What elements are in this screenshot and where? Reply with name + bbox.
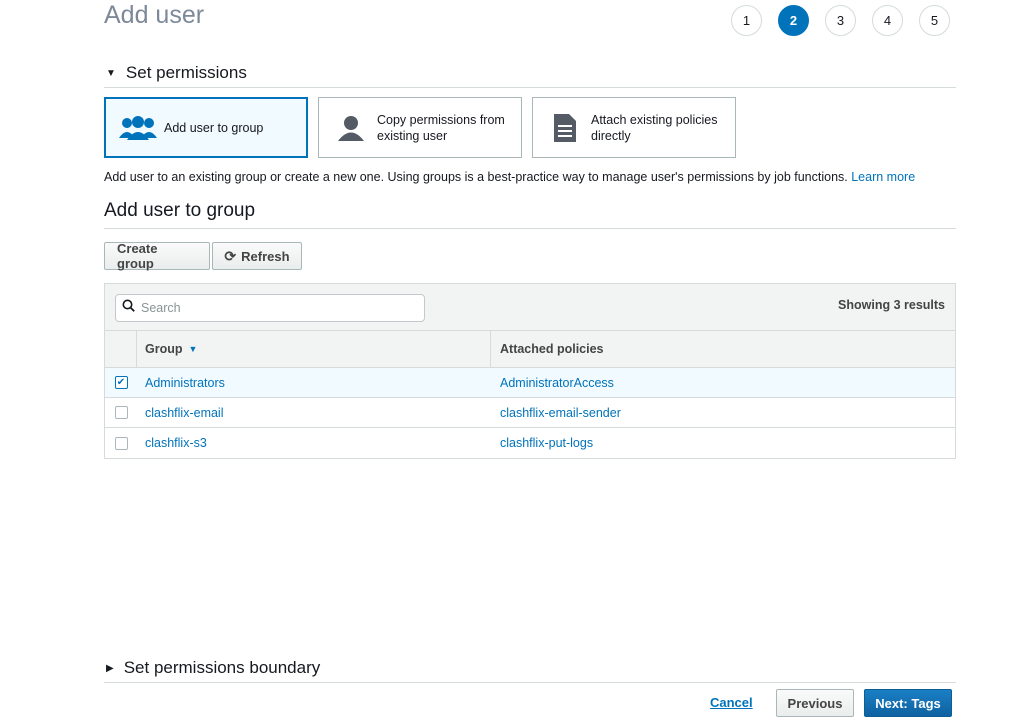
permission-options: Add user to group Copy permissions from … [104,97,736,158]
description-text: Add user to an existing group or create … [104,170,848,184]
step-2-current[interactable]: 2 [778,5,809,36]
option-attach-policies[interactable]: Attach existing policies directly [532,97,736,158]
set-permissions-title: Set permissions [125,63,247,82]
caret-right-icon: ▶ [106,662,114,674]
group-link[interactable]: clashflix-s3 [145,436,207,450]
permissions-boundary-title: Set permissions boundary [123,658,321,677]
sort-desc-icon[interactable]: ▼ [189,344,198,354]
groups-table: Showing 3 results Group ▼ Attached polic… [104,283,956,459]
option-add-user-to-group[interactable]: Add user to group [104,97,308,158]
divider [104,682,956,683]
wizard-steps: 1 2 3 4 5 [731,5,950,36]
users-group-icon [118,114,158,142]
permissions-description: Add user to an existing group or create … [104,170,915,184]
table-toolbar: Showing 3 results [105,284,955,331]
refresh-label: Refresh [241,248,290,264]
row-checkbox[interactable] [114,436,128,450]
option-label-line1: Attach existing policies [591,112,718,127]
policy-cell: clashflix-put-logs [491,428,955,458]
table-header: Group ▼ Attached policies [105,331,955,368]
page-title: Add user [104,1,205,29]
header-check-cell [105,331,137,367]
document-icon [545,113,585,143]
option-label: Attach existing policies directly [591,112,717,144]
column-policies-header: Attached policies [500,342,604,356]
step-3[interactable]: 3 [825,5,856,36]
table-body: ✔ Administrators AdministratorAccess cla… [105,368,955,458]
table-row[interactable]: ✔ Administrators AdministratorAccess [105,368,955,398]
permissions-boundary-header[interactable]: ▶ Set permissions boundary [106,658,320,678]
policy-cell: clashflix-email-sender [491,398,955,427]
table-row[interactable]: clashflix-s3 clashflix-put-logs [105,428,955,458]
next-tags-button[interactable]: Next: Tags [864,689,952,717]
divider [104,228,956,229]
add-user-to-group-heading: Add user to group [104,200,256,221]
option-label-line2: existing user [377,128,448,143]
set-permissions-header[interactable]: ▼ Set permissions [106,63,247,83]
refresh-button[interactable]: ⟳ Refresh [212,242,302,270]
step-1[interactable]: 1 [731,5,762,36]
column-group-header[interactable]: Group ▼ [137,331,491,367]
previous-button[interactable]: Previous [776,689,854,717]
row-check-cell: ✔ [105,368,137,397]
group-cell: clashflix-s3 [137,428,491,458]
refresh-icon: ⟳ [224,247,237,264]
policy-link[interactable]: AdministratorAccess [500,376,614,390]
group-cell: Administrators [137,368,491,397]
step-5[interactable]: 5 [919,5,950,36]
group-link[interactable]: Administrators [145,376,225,390]
search-input[interactable] [141,301,411,315]
policy-cell: AdministratorAccess [491,368,955,397]
option-label: Copy permissions from existing user [377,112,505,144]
policy-link[interactable]: clashflix-put-logs [500,436,593,450]
row-check-cell [105,398,137,427]
option-label-line1: Copy permissions from [377,112,505,127]
search-icon [122,299,135,317]
policy-link[interactable]: clashflix-email-sender [500,406,621,420]
step-4[interactable]: 4 [872,5,903,36]
row-checkbox[interactable]: ✔ [114,376,128,389]
column-group-label: Group [145,342,183,356]
group-link[interactable]: clashflix-email [145,406,224,420]
caret-down-icon: ▼ [106,67,116,79]
row-checkbox[interactable] [114,406,128,419]
search-box[interactable] [115,294,425,322]
option-label: Add user to group [164,120,264,135]
results-count: Showing 3 results [838,298,945,312]
option-copy-permissions[interactable]: Copy permissions from existing user [318,97,522,158]
user-icon [331,114,371,142]
divider [104,87,956,88]
group-cell: clashflix-email [137,398,491,427]
table-row[interactable]: clashflix-email clashflix-email-sender [105,398,955,428]
cancel-button[interactable]: Cancel [710,695,753,710]
option-label-line2: directly [591,128,631,143]
row-check-cell [105,428,137,458]
learn-more-link[interactable]: Learn more [851,170,915,184]
create-group-button[interactable]: Create group [104,241,210,271]
